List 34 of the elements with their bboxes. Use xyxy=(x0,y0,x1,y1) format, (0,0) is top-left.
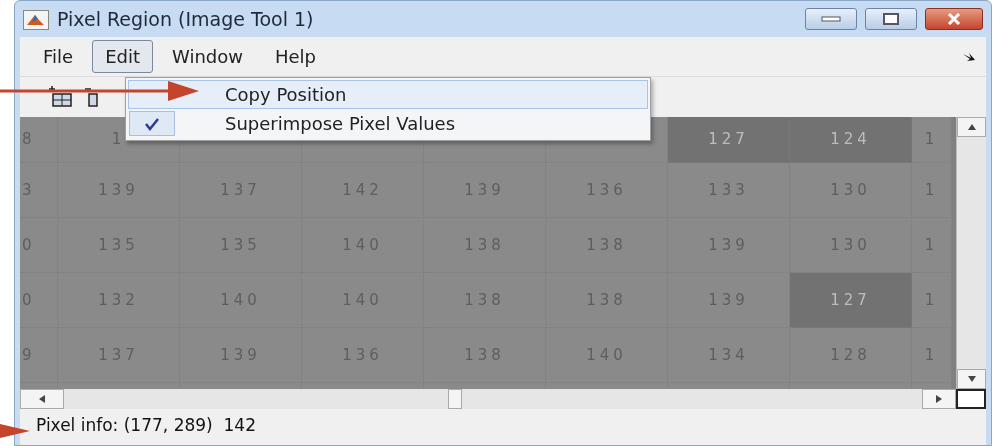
down-arrow-icon xyxy=(967,376,976,382)
scroll-up-button[interactable] xyxy=(957,117,986,137)
maximize-icon xyxy=(883,13,899,25)
pixel-value-cell: 127 xyxy=(790,273,912,328)
annotation-arrow xyxy=(0,424,30,438)
vertical-scrollbar[interactable] xyxy=(956,117,986,389)
up-arrow-icon xyxy=(967,124,976,130)
horizontal-scrollbar[interactable] xyxy=(20,389,986,409)
menu-item[interactable]: Help xyxy=(261,40,329,73)
window-title: Pixel Region (Image Tool 1) xyxy=(57,6,315,32)
pixel-value-cell: 127 xyxy=(668,117,790,163)
zoom-out-grid-icon[interactable] xyxy=(84,85,98,109)
status-text: Pixel info: (177, 289) 142 xyxy=(20,409,986,445)
scroll-down-button[interactable] xyxy=(957,369,986,389)
dock-arrow-icon[interactable] xyxy=(962,52,976,62)
checkmark-icon xyxy=(144,116,160,131)
zoom-in-grid-icon[interactable] xyxy=(48,85,74,109)
scroll-left-button[interactable] xyxy=(20,389,64,409)
dropdown-menu-item[interactable]: Copy Position xyxy=(128,80,648,109)
scroll-right-button[interactable] xyxy=(922,389,956,409)
scroll-thumb[interactable] xyxy=(447,389,462,409)
menu-item[interactable]: File xyxy=(30,40,87,73)
menu-item[interactable]: Edit xyxy=(92,40,153,73)
close-button[interactable] xyxy=(925,8,983,30)
minimize-icon xyxy=(821,16,841,22)
close-icon xyxy=(946,13,962,25)
menu-item[interactable]: Window xyxy=(159,40,256,73)
right-arrow-icon xyxy=(936,395,942,403)
maximize-button[interactable] xyxy=(865,8,917,30)
size-grip xyxy=(956,389,986,409)
pixel-value-cell: 124 xyxy=(790,117,912,163)
left-arrow-icon xyxy=(39,395,45,403)
app-logo-icon xyxy=(23,10,49,31)
minimize-button[interactable] xyxy=(805,8,857,30)
